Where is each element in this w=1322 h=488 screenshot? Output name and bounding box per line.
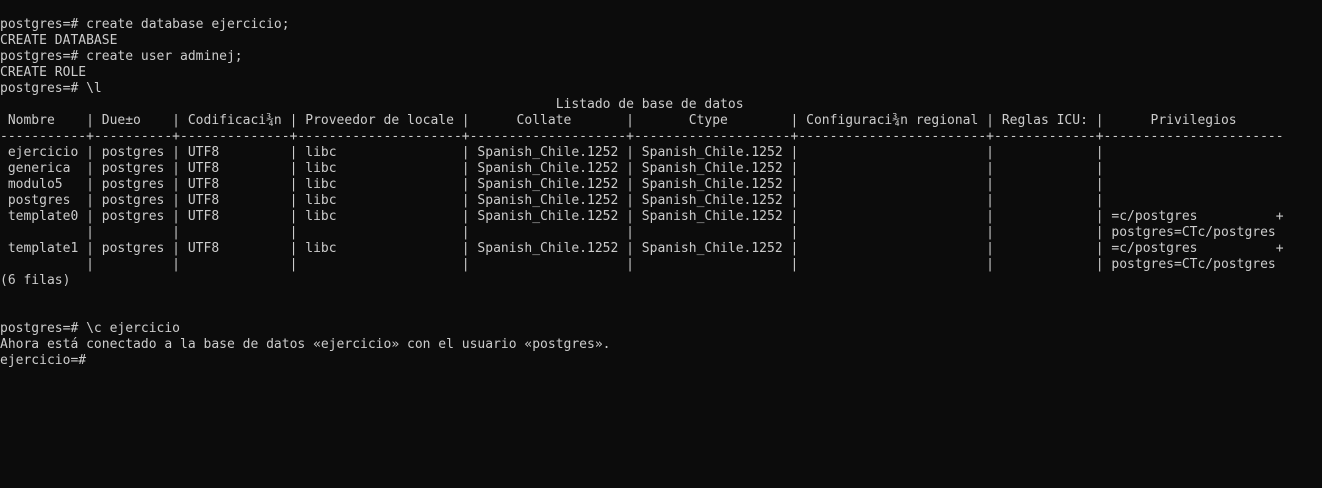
output-create-role: CREATE ROLE [0, 65, 87, 80]
table-row: generica | postgres | UTF8 | libc | Span… [0, 161, 1104, 176]
command-list-databases: postgres=# \l [0, 81, 102, 96]
table-row: postgres | postgres | UTF8 | libc | Span… [0, 193, 1104, 208]
table-row: | | | | | | | | postgres=CTc/postgres [0, 225, 1276, 240]
table-row: modulo5 | postgres | UTF8 | libc | Spani… [0, 177, 1104, 192]
table-header: Nombre | Due±o | Codificaci¾n | Proveedo… [0, 113, 1237, 128]
database-list-table: Listado de base de datos Nombre | Due±o … [0, 97, 1322, 289]
table-separator: -----------+----------+--------------+--… [0, 129, 1284, 144]
command-connect-database: postgres=# \c ejercicio [0, 321, 181, 336]
table-row: | | | | | | | | postgres=CTc/postgres [0, 257, 1276, 272]
table-row: template1 | postgres | UTF8 | libc | Spa… [0, 241, 1284, 256]
table-footer: (6 filas) [0, 273, 71, 288]
table-title: Listado de base de datos [0, 97, 744, 112]
table-row: template0 | postgres | UTF8 | libc | Spa… [0, 209, 1284, 224]
output-connected-message: Ahora está conectado a la base de datos … [0, 337, 611, 352]
command-create-user: postgres=# create user adminej; [0, 49, 243, 64]
command-prompt[interactable]: ejercicio=# [0, 353, 1322, 369]
terminal-window[interactable]: postgres=# create database ejercicio; CR… [0, 0, 1322, 488]
output-create-database: CREATE DATABASE [0, 33, 118, 48]
command-create-database: postgres=# create database ejercicio; [0, 17, 290, 32]
table-row: ejercicio | postgres | UTF8 | libc | Spa… [0, 145, 1104, 160]
